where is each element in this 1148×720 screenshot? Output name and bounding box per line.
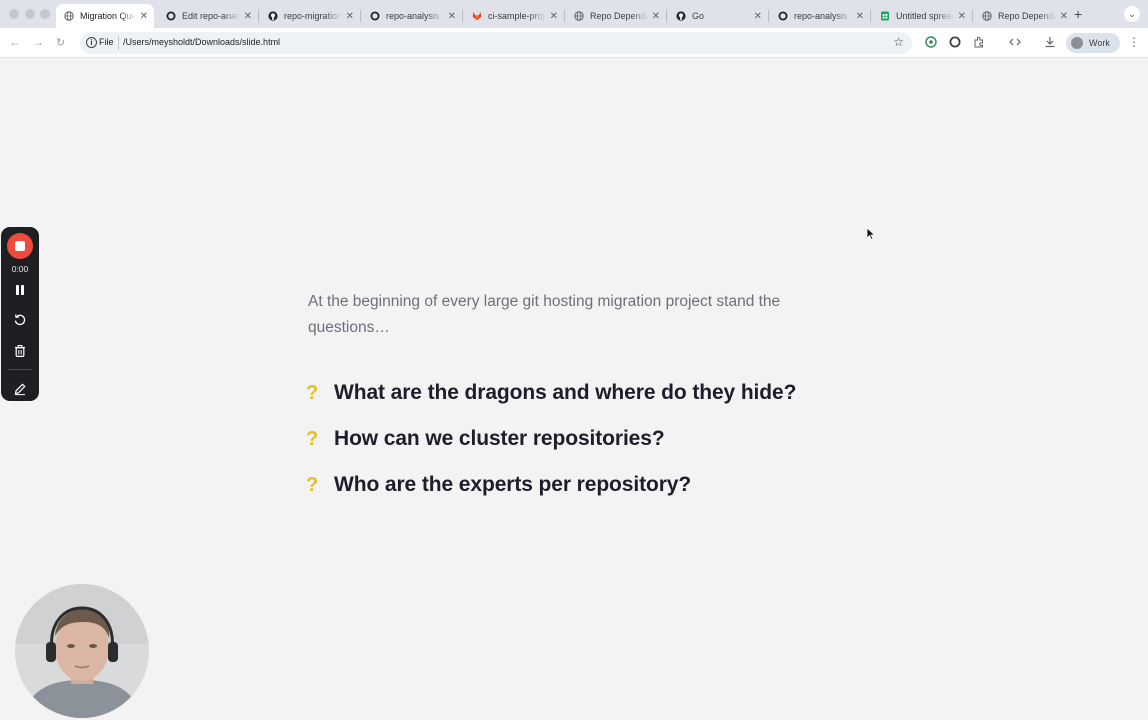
tab-title: Repo Dependencies xyxy=(998,11,1056,21)
tab-close-icon[interactable]: ✕ xyxy=(856,11,864,22)
globe-icon xyxy=(64,11,74,21)
globe-icon xyxy=(574,11,584,21)
scheme-label: File xyxy=(99,37,114,47)
profile-label: Work xyxy=(1089,38,1110,48)
tab-title: repo-analysis xyxy=(386,11,440,21)
profile-button[interactable]: Work xyxy=(1066,33,1120,53)
tab-repo-migration[interactable]: repo-migration ✕ xyxy=(260,4,360,28)
pause-icon[interactable] xyxy=(13,283,27,297)
webcam-bubble[interactable] xyxy=(15,584,149,718)
reload-icon[interactable]: ↻ xyxy=(56,36,65,49)
list-item: ? Who are the experts per repository? xyxy=(306,462,796,508)
gitlab-icon xyxy=(472,11,482,21)
github-icon xyxy=(268,11,278,21)
download-icon[interactable] xyxy=(1044,36,1056,48)
question-mark-icon: ? xyxy=(306,473,319,496)
stop-recording-button[interactable] xyxy=(7,233,33,259)
globe-icon xyxy=(982,11,992,21)
tab-close-icon[interactable]: ✕ xyxy=(652,11,660,22)
tab-search-chevron-icon[interactable]: ⌄ xyxy=(1124,6,1140,22)
tab-title: Migration Questions xyxy=(80,11,136,21)
tab-close-icon[interactable]: ✕ xyxy=(346,11,354,22)
question-mark-icon: ? xyxy=(306,427,319,450)
tab-close-icon[interactable]: ✕ xyxy=(1060,11,1068,22)
tab-close-icon[interactable]: ✕ xyxy=(244,11,252,22)
tab-close-icon[interactable]: ✕ xyxy=(448,11,456,22)
tab-strip: Migration Questions ✕ Edit repo-analysis… xyxy=(0,0,1148,28)
ring-icon xyxy=(166,11,176,21)
tab-repo-analysis[interactable]: repo-analysis ✕ xyxy=(362,4,462,28)
browser-toolbar: ← → ↻ i File /Users/meysholdt/Downloads/… xyxy=(0,28,1148,58)
list-item: ? What are the dragons and where do they… xyxy=(306,370,796,416)
tab-title: ci-sample-project xyxy=(488,11,546,21)
avatar xyxy=(1071,37,1083,49)
more-menu-icon[interactable]: ⋮ xyxy=(1128,35,1140,49)
question-text: Who are the experts per repository? xyxy=(334,473,692,496)
github-icon xyxy=(676,11,686,21)
tab-go[interactable]: Go ✕ xyxy=(668,4,768,28)
list-item: ? How can we cluster repositories? xyxy=(306,416,796,462)
slide-intro-text: At the beginning of every large git host… xyxy=(308,293,781,336)
tab-title: Go xyxy=(692,11,705,21)
new-tab-plus-icon[interactable]: + xyxy=(1074,6,1082,22)
tab-ci-sample-project[interactable]: ci-sample-project ✕ xyxy=(464,4,564,28)
tab-edit-repo-analysis[interactable]: Edit repo-analysis ✕ xyxy=(158,4,258,28)
question-mark-icon: ? xyxy=(306,381,319,404)
question-text: What are the dragons and where do they h… xyxy=(334,381,797,404)
window-close-dot[interactable] xyxy=(9,9,19,19)
window-zoom-dot[interactable] xyxy=(40,9,50,19)
tab-repo-dependencies-2[interactable]: Repo Dependencies ✕ xyxy=(974,4,1074,28)
tab-title: Repo Dependencies xyxy=(590,11,648,21)
tab-title: repo-analysis xyxy=(794,11,848,21)
tab-repo-analysis-2[interactable]: repo-analysis ✕ xyxy=(770,4,870,28)
devtools-code-icon[interactable] xyxy=(1009,36,1021,48)
record-extension-icon[interactable] xyxy=(949,36,961,48)
ring-icon xyxy=(370,11,380,21)
extensions-puzzle-icon[interactable] xyxy=(973,36,985,48)
tab-close-icon[interactable]: ✕ xyxy=(754,11,762,22)
tab-title: repo-migration xyxy=(284,11,342,21)
chat-extension-icon[interactable] xyxy=(925,36,937,48)
tab-close-icon[interactable]: ✕ xyxy=(140,11,148,22)
mouse-cursor-icon xyxy=(866,227,876,241)
tab-migration-questions[interactable]: Migration Questions ✕ xyxy=(56,4,154,28)
bookmark-star-icon[interactable]: ☆ xyxy=(893,35,904,49)
url-text[interactable]: /Users/meysholdt/Downloads/slide.html xyxy=(123,37,280,47)
address-bar[interactable]: i File /Users/meysholdt/Downloads/slide.… xyxy=(80,32,912,54)
tab-untitled-spreadsheet[interactable]: Untitled spreadsheet ✕ xyxy=(872,4,972,28)
question-list: ? What are the dragons and where do they… xyxy=(306,370,796,508)
tab-title: Untitled spreadsheet xyxy=(896,11,954,21)
trash-icon[interactable] xyxy=(13,344,27,358)
tab-close-icon[interactable]: ✕ xyxy=(958,11,966,22)
info-icon[interactable]: i xyxy=(86,37,97,48)
tab-close-icon[interactable]: ✕ xyxy=(550,11,558,22)
ring-icon xyxy=(778,11,788,21)
recorder-panel: 0:00 xyxy=(1,227,39,401)
pen-annotate-icon[interactable] xyxy=(13,382,27,396)
tab-repo-dependencies[interactable]: Repo Dependencies ✕ xyxy=(566,4,666,28)
window-minimize-dot[interactable] xyxy=(25,9,35,19)
sheets-icon xyxy=(880,11,890,21)
forward-arrow-icon[interactable]: → xyxy=(32,35,44,49)
question-text: How can we cluster repositories? xyxy=(334,427,665,450)
back-arrow-icon[interactable]: ← xyxy=(9,35,21,49)
recording-timer: 0:00 xyxy=(11,264,29,274)
stop-icon xyxy=(15,241,25,251)
presenter-video-image xyxy=(15,584,149,718)
restart-icon[interactable] xyxy=(13,313,27,327)
tab-title: Edit repo-analysis xyxy=(182,11,240,21)
